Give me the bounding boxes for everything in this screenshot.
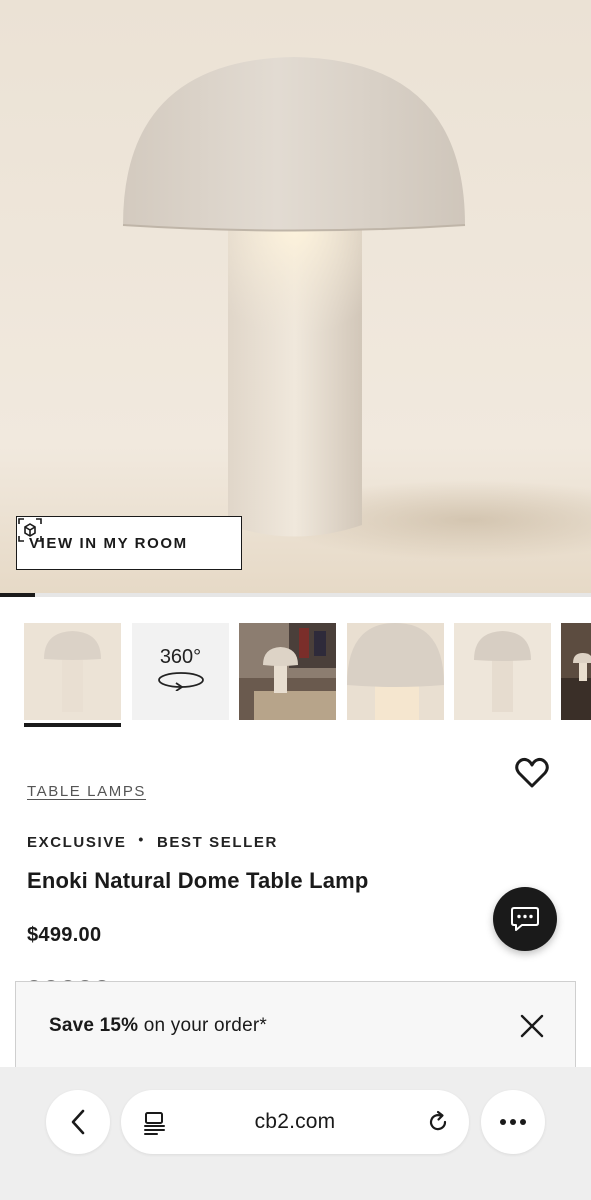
chat-button[interactable] xyxy=(493,887,557,951)
carousel-progress xyxy=(0,593,591,597)
thumb-lamp-front[interactable] xyxy=(24,623,121,720)
browser-toolbar: cb2.com xyxy=(0,1067,591,1200)
badge-exclusive: EXCLUSIVE xyxy=(27,834,127,851)
category-link[interactable]: TABLE LAMPS xyxy=(27,783,146,800)
lamp-illustration xyxy=(0,0,591,595)
reload-icon[interactable] xyxy=(425,1109,451,1135)
product-price: $499.00 xyxy=(27,924,102,946)
product-hero-image[interactable]: VIEW IN MY ROOM xyxy=(0,0,591,595)
back-button[interactable] xyxy=(46,1090,110,1154)
promo-text: Save 15% on your order* xyxy=(49,1015,267,1037)
address-bar[interactable]: cb2.com xyxy=(121,1090,469,1154)
thumb-lamp-front-image xyxy=(24,623,121,720)
promo-rest: on your order* xyxy=(138,1015,267,1036)
thumb-partial-image xyxy=(561,623,591,720)
promo-banner[interactable]: Save 15% on your order* xyxy=(15,981,576,1081)
heart-icon[interactable] xyxy=(514,756,550,790)
thumb-360-label: 360° xyxy=(159,646,202,668)
view-in-my-room-label: VIEW IN MY ROOM xyxy=(29,534,188,552)
address-domain: cb2.com xyxy=(254,1110,336,1133)
back-icon xyxy=(71,1109,85,1135)
thumbnail-strip[interactable]: 360° xyxy=(0,623,591,733)
thumb-lifestyle-image xyxy=(239,623,336,720)
promo-strong: Save 15% xyxy=(49,1015,139,1036)
product-badges: EXCLUSIVE • BEST SELLER xyxy=(27,830,278,852)
thumb-lamp-closeup[interactable] xyxy=(347,623,444,720)
more-button[interactable] xyxy=(481,1090,545,1154)
rotate-360-icon xyxy=(157,672,204,691)
thumbnail-selected-indicator xyxy=(24,723,121,727)
more-icon xyxy=(500,1119,526,1125)
product-title: Enoki Natural Dome Table Lamp xyxy=(27,868,369,893)
badge-best-seller: BEST SELLER xyxy=(156,834,278,851)
reader-icon[interactable] xyxy=(143,1111,167,1135)
carousel-progress-fill xyxy=(0,593,36,597)
ar-cube-icon xyxy=(18,518,42,542)
view-in-my-room-button[interactable]: VIEW IN MY ROOM xyxy=(16,516,242,570)
badge-separator: • xyxy=(138,830,145,847)
thumb-360-view[interactable]: 360° xyxy=(132,623,229,720)
thumb-lamp-studio[interactable] xyxy=(454,623,551,720)
thumb-lifestyle-room[interactable] xyxy=(239,623,336,720)
chat-icon xyxy=(511,907,539,931)
thumb-lamp-partial[interactable] xyxy=(561,623,591,720)
close-icon[interactable] xyxy=(518,1012,546,1040)
thumb-studio-image xyxy=(454,623,551,720)
thumb-closeup-image xyxy=(347,623,444,720)
